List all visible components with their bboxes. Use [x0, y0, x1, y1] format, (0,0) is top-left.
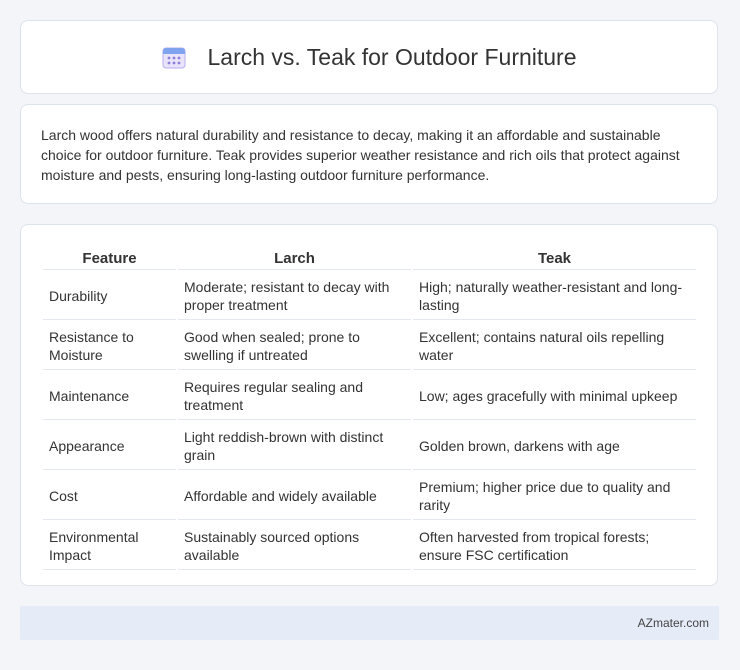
comparison-card: Feature Larch Teak Durability Moderate; …: [20, 224, 718, 586]
larch-cell: Sustainably sourced options available: [178, 522, 411, 570]
description-text: Larch wood offers natural durability and…: [41, 127, 680, 183]
feature-cell: Maintenance: [43, 372, 176, 420]
page-title: Larch vs. Teak for Outdoor Furniture: [207, 43, 577, 70]
teak-cell: Golden brown, darkens with age: [413, 422, 696, 470]
larch-cell: Moderate; resistant to decay with proper…: [178, 272, 411, 320]
teak-cell: Often harvested from tropical forests; e…: [413, 522, 696, 570]
calendar-icon: [162, 47, 186, 69]
column-header-teak: Teak: [413, 247, 696, 270]
table-row: Maintenance Requires regular sealing and…: [43, 372, 696, 420]
feature-cell: Durability: [43, 272, 176, 320]
table-row: Environmental Impact Sustainably sourced…: [43, 522, 696, 570]
comparison-table: Feature Larch Teak Durability Moderate; …: [41, 245, 698, 572]
teak-cell: Premium; higher price due to quality and…: [413, 472, 696, 520]
description-card: Larch wood offers natural durability and…: [20, 104, 718, 204]
larch-cell: Light reddish-brown with distinct grain: [178, 422, 411, 470]
table-row: Resistance to Moisture Good when sealed;…: [43, 322, 696, 370]
feature-cell: Appearance: [43, 422, 176, 470]
feature-cell: Cost: [43, 472, 176, 520]
larch-cell: Good when sealed; prone to swelling if u…: [178, 322, 411, 370]
table-row: Durability Moderate; resistant to decay …: [43, 272, 696, 320]
column-header-larch: Larch: [178, 247, 411, 270]
title-card: Larch vs. Teak for Outdoor Furniture: [20, 20, 718, 94]
footer: AZmater.com: [20, 606, 719, 640]
title-wrap: Larch vs. Teak for Outdoor Furniture: [161, 43, 577, 71]
table-header-row: Feature Larch Teak: [43, 247, 696, 270]
column-header-feature: Feature: [43, 247, 176, 270]
teak-cell: Excellent; contains natural oils repelli…: [413, 322, 696, 370]
feature-cell: Resistance to Moisture: [43, 322, 176, 370]
table-row: Appearance Light reddish-brown with dist…: [43, 422, 696, 470]
teak-cell: Low; ages gracefully with minimal upkeep: [413, 372, 696, 420]
larch-cell: Affordable and widely available: [178, 472, 411, 520]
footer-site-link[interactable]: AZmater.com: [638, 616, 709, 630]
table-row: Cost Affordable and widely available Pre…: [43, 472, 696, 520]
teak-cell: High; naturally weather-resistant and lo…: [413, 272, 696, 320]
larch-cell: Requires regular sealing and treatment: [178, 372, 411, 420]
feature-cell: Environmental Impact: [43, 522, 176, 570]
